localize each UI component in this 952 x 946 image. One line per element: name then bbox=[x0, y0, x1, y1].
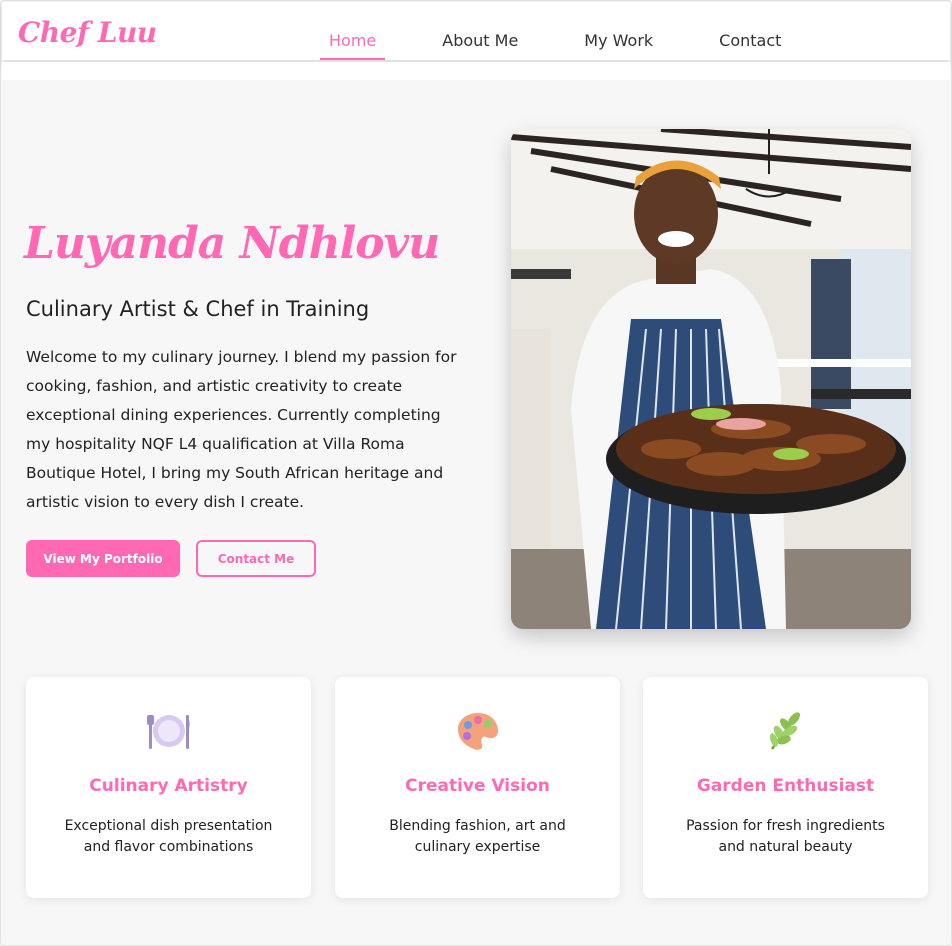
card-title: Culinary Artistry bbox=[89, 776, 248, 796]
contact-me-button[interactable]: Contact Me bbox=[196, 540, 316, 577]
card-title: Garden Enthusiast bbox=[696, 776, 875, 796]
nav-contact[interactable]: Contact bbox=[710, 2, 790, 60]
nav-home[interactable]: Home bbox=[320, 2, 386, 60]
hero-description: Welcome to my culinary journey. I blend … bbox=[26, 348, 457, 511]
card-description: Passion for fresh ingredients and natura… bbox=[686, 818, 885, 855]
chef-photo bbox=[511, 129, 911, 629]
nav-about-me[interactable]: About Me bbox=[433, 2, 527, 60]
site-header: Chef Luu Home About Me My Work Contact bbox=[2, 2, 950, 60]
artist-palette-icon bbox=[335, 709, 620, 753]
card-description: Exceptional dish presentation and flavor… bbox=[64, 818, 273, 855]
feature-card-creative-vision: Creative Vision Blending fashion, art an… bbox=[335, 677, 620, 898]
plate-cutlery-icon bbox=[26, 709, 311, 753]
card-description: Blending fashion, art and culinary exper… bbox=[389, 818, 566, 855]
herb-icon bbox=[643, 709, 928, 753]
header-band bbox=[2, 62, 950, 80]
site-logo[interactable]: Chef Luu bbox=[18, 16, 157, 49]
feature-card-culinary-artistry: Culinary Artistry Exceptional dish prese… bbox=[26, 677, 311, 898]
feature-card-garden-enthusiast: Garden Enthusiast Passion for fresh ingr… bbox=[643, 677, 928, 898]
nav-my-work[interactable]: My Work bbox=[575, 2, 662, 60]
hero-subtitle: Culinary Artist & Chef in Training bbox=[26, 297, 370, 321]
card-title: Creative Vision bbox=[405, 776, 550, 796]
view-portfolio-button[interactable]: View My Portfolio bbox=[26, 540, 180, 577]
hero-name: Luyanda Ndhlovu bbox=[24, 218, 440, 269]
main-nav: Home About Me My Work Contact bbox=[320, 2, 838, 60]
